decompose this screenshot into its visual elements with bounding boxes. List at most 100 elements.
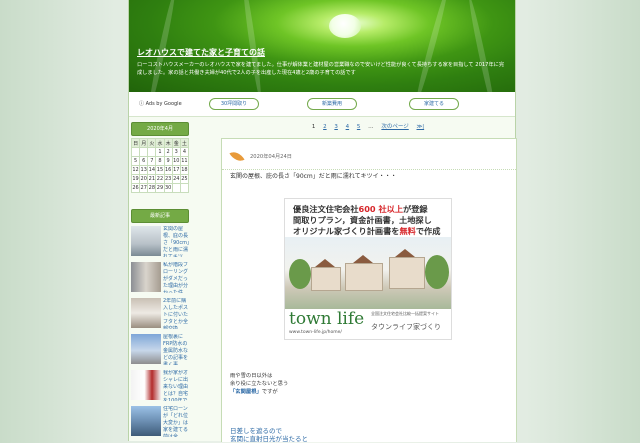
calendar-header: 日 — [130, 138, 141, 148]
calendar-day[interactable]: 9 — [163, 156, 173, 166]
calendar-day[interactable]: 25 — [179, 174, 190, 184]
recent-post-item[interactable]: 玄関の屋根、庇の長さ「90cm」だと雨に濡れてキツイ・・・ — [131, 226, 189, 259]
calendar-day[interactable]: 19 — [130, 174, 141, 184]
calendar-day[interactable]: 4 — [179, 147, 190, 157]
calendar-day[interactable]: 5 — [130, 156, 141, 166]
ad-text: オリジナル家づくり計画書を — [293, 226, 400, 236]
recent-post-item[interactable]: 私が階段フローリングがダメだった理由が分かった件 — [131, 262, 189, 295]
calendar-day[interactable]: 15 — [155, 165, 165, 175]
post-link[interactable]: 私が階段フローリングがダメだった理由が分かった件 — [163, 262, 190, 293]
ad-highlight: 無料 — [399, 226, 416, 236]
calendar-day[interactable]: 2 — [163, 147, 173, 157]
pagination: 1 2 3 4 5 … 次のページ ≫| — [221, 122, 515, 130]
article-title: 玄関の屋根、庇の長さ「90cm」だと雨に濡れてキツイ・・・ — [230, 173, 397, 180]
ad-link-button[interactable]: 家建てる — [409, 98, 459, 110]
calendar-day[interactable]: 7 — [147, 156, 157, 166]
calendar-day[interactable]: 27 — [139, 183, 149, 193]
post-thumbnail[interactable] — [131, 226, 161, 256]
recent-post-item[interactable]: 2年前に購入したポストに付いたフタとか全部交換 — [131, 298, 189, 331]
calendar-day — [147, 147, 157, 157]
post-thumbnail[interactable] — [131, 262, 161, 292]
page-current: 1 — [311, 124, 316, 130]
next-page-link[interactable]: 次のページ — [381, 124, 408, 130]
page-link[interactable]: 2 — [323, 124, 327, 130]
calendar-day — [171, 183, 181, 193]
calendar-day[interactable]: 23 — [163, 174, 173, 184]
recent-posts-title: 最新記事 — [131, 209, 189, 223]
ads-by-google-label[interactable]: ⓘ Ads by Google — [139, 100, 182, 107]
calendar-day[interactable]: 10 — [171, 156, 181, 166]
calendar-day[interactable]: 24 — [171, 174, 181, 184]
calendar-day[interactable]: 29 — [155, 183, 165, 193]
ad-link-button[interactable]: 30坪間取り — [209, 98, 259, 110]
post-thumbnail[interactable] — [131, 334, 161, 364]
post-thumbnail[interactable] — [131, 406, 161, 436]
post-thumbnail[interactable] — [131, 370, 161, 400]
recent-post-item[interactable]: 住宅ローンが「どれ位大変か」は家を建てる前は全然・・・ — [131, 406, 189, 439]
grass-decoration — [413, 0, 451, 92]
page-container: レオハウスで建てた家と子育ての話 ローコストハウスメーカーのレオハウスで家を建て… — [128, 0, 517, 443]
calendar-day — [179, 183, 190, 193]
ad-house-illustration — [285, 237, 451, 309]
calendar-day[interactable]: 20 — [139, 174, 149, 184]
calendar-day[interactable]: 16 — [163, 165, 173, 175]
calendar-day[interactable]: 3 — [171, 147, 181, 157]
calendar-day[interactable]: 30 — [163, 183, 173, 193]
article-paragraph: 余り役に立たないと思う — [230, 381, 289, 387]
article-paragraph: 雨や雪の日以外は — [230, 373, 273, 379]
ad-text: で作成 — [415, 226, 441, 236]
recent-post-item[interactable]: 我が家がオシャレに出来ない理由とは？自宅を100年で鍛えますと書いた方法 — [131, 370, 189, 403]
article-paragraph: 玄関に直射日光が当たると — [230, 435, 308, 443]
calendar-title: 2020年4月 — [131, 122, 189, 136]
ad-link-button[interactable]: 新築費用 — [307, 98, 357, 110]
ad-text: 優良注文住宅会社 — [293, 204, 359, 214]
article-date-row: 2020年04月24日 — [222, 139, 516, 170]
roof-shape — [353, 255, 373, 263]
calendar-day[interactable]: 14 — [147, 165, 157, 175]
keyword-text: 「玄関屋根」 — [230, 389, 262, 395]
calendar-day[interactable]: 26 — [130, 183, 141, 193]
calendar-day[interactable]: 13 — [139, 165, 149, 175]
calendar-day[interactable]: 18 — [179, 165, 190, 175]
post-link[interactable]: 2年前に購入したポストに付いたフタとか全部交換 — [163, 298, 190, 329]
ad-line-3: オリジナル家づくり計画書を無料で作成 — [293, 225, 440, 237]
post-thumbnail[interactable] — [131, 298, 161, 328]
page-ellipsis: … — [368, 124, 374, 130]
calendar-day[interactable]: 28 — [147, 183, 157, 193]
post-link[interactable]: 屋根裏にFRP防水の金属防水などの記事を書く事 — [163, 334, 190, 365]
ad-url: www.town-life.jp/home/ — [289, 330, 342, 335]
house-shape — [389, 257, 425, 289]
page-link[interactable]: 4 — [346, 124, 350, 130]
site-description: ローコストハウスメーカーのレオハウスで家を建てました。仕事が解体業と建材屋の営業… — [137, 62, 505, 76]
calendar-header: 土 — [179, 138, 190, 148]
ad-link-bar: ⓘ Ads by Google 30坪間取り 新築費用 家建てる — [129, 92, 515, 117]
grass-decoration — [146, 0, 178, 92]
post-link[interactable]: 玄関の屋根、庇の長さ「90cm」だと雨に濡れてキツイ・・・ — [163, 226, 190, 257]
calendar-day — [130, 147, 141, 157]
calendar-day[interactable]: 22 — [155, 174, 165, 184]
ad-brand-note: 全国注文住宅会社比較一括提案サイト — [371, 311, 439, 316]
page-link[interactable]: 5 — [357, 124, 361, 130]
calendar-day[interactable]: 11 — [179, 156, 190, 166]
tree-shape — [289, 259, 311, 289]
post-link[interactable]: 住宅ローンが「どれ位大変か」は家を建てる前は全然・・・ — [163, 406, 190, 437]
ad-brand-japanese: タウンライフ家づくり — [371, 323, 441, 331]
post-link[interactable]: 我が家がオシャレに出来ない理由とは？自宅を100年で鍛えますと書いた方法 — [163, 370, 190, 401]
calendar-day[interactable]: 21 — [147, 174, 157, 184]
calendar-table: 日 月 火 水 木 金 土 1 2 3 4 5 6 7 8 9 10 11 12… — [130, 138, 190, 193]
last-page-link[interactable]: ≫| — [417, 124, 425, 130]
calendar-day[interactable]: 1 — [155, 147, 165, 157]
ad-text: が登録 — [403, 204, 428, 214]
ad-highlight: 600 社以上 — [358, 204, 404, 214]
article-paragraph: 「玄関屋根」ですが — [230, 388, 288, 396]
calendar-day[interactable]: 12 — [130, 165, 141, 175]
calendar-day[interactable]: 17 — [171, 165, 181, 175]
house-shape — [345, 263, 383, 291]
page-link[interactable]: 3 — [334, 124, 338, 130]
site-title[interactable]: レオハウスで建てた家と子育ての話 — [137, 47, 265, 58]
calendar-day[interactable]: 6 — [139, 156, 149, 166]
townlife-ad-banner[interactable]: 優良注文住宅会社600 社以上が登録 間取りプラン，資金計画書，土地探し オリジ… — [284, 198, 452, 340]
calendar-day[interactable]: 8 — [155, 156, 165, 166]
article-date: 2020年04月24日 — [250, 154, 292, 160]
recent-post-item[interactable]: 屋根裏にFRP防水の金属防水などの記事を書く事 — [131, 334, 189, 367]
